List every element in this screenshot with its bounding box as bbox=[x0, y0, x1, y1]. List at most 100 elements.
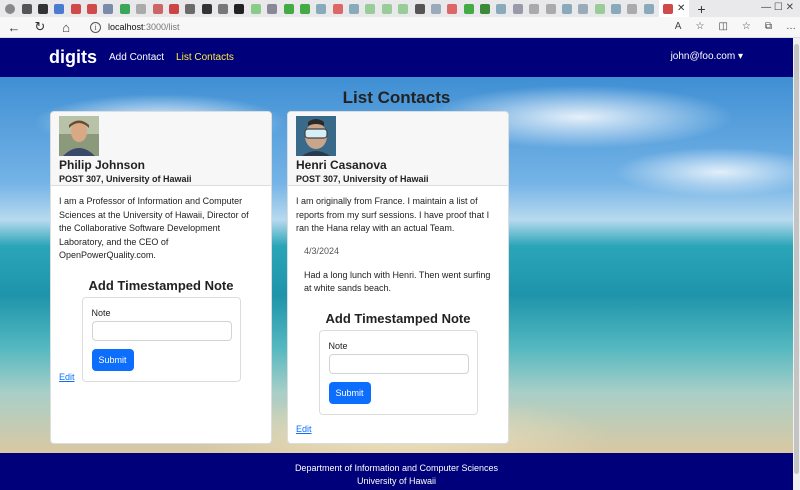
note-form: Note Submit bbox=[318, 329, 478, 415]
tab-favicon[interactable] bbox=[316, 3, 327, 14]
edit-link[interactable]: Edit bbox=[59, 372, 75, 382]
contact-card: Henri Casanova POST 307, University of H… bbox=[287, 111, 509, 444]
note-form: Note Submit bbox=[81, 296, 241, 382]
more-icon[interactable]: … bbox=[786, 21, 796, 32]
scrollbar-thumb[interactable] bbox=[794, 44, 799, 474]
note-form-heading: Add Timestamped Note bbox=[325, 310, 471, 326]
back-icon[interactable]: ← bbox=[4, 20, 24, 35]
tab-favicon[interactable] bbox=[349, 3, 360, 14]
nav-add-contact[interactable]: Add Contact bbox=[109, 52, 164, 63]
tab-favicon[interactable] bbox=[496, 3, 507, 14]
page-scrollbar[interactable] bbox=[793, 38, 800, 490]
footer: Department of Information and Computer S… bbox=[0, 453, 793, 490]
edit-link[interactable]: Edit bbox=[296, 424, 312, 434]
note-date: 4/3/2024 bbox=[304, 245, 340, 256]
contact-card-header: Philip Johnson POST 307, University of H… bbox=[51, 112, 271, 186]
tab-favicon[interactable] bbox=[218, 3, 229, 14]
tab-favicon[interactable] bbox=[611, 3, 622, 14]
tab-favicon[interactable] bbox=[201, 3, 212, 14]
tab-favicon[interactable] bbox=[594, 3, 605, 14]
tab-favicon[interactable] bbox=[250, 3, 261, 14]
contact-card-body: I am originally from France. I maintain … bbox=[288, 186, 508, 424]
refresh-icon[interactable]: ↻ bbox=[30, 19, 50, 35]
page-title: List Contacts bbox=[342, 88, 451, 107]
tab-favicon[interactable] bbox=[168, 3, 179, 14]
submit-button[interactable]: Submit bbox=[328, 381, 371, 404]
footer-line: University of Hawaii bbox=[356, 476, 437, 486]
avatar bbox=[59, 116, 99, 156]
note-label: Note bbox=[91, 307, 111, 318]
tab-favicon[interactable] bbox=[103, 3, 114, 14]
tab-favicon[interactable] bbox=[381, 3, 392, 14]
list-item: 4/3/2024 Had a long lunch with Henri. Th… bbox=[304, 246, 492, 296]
tab-favicon[interactable] bbox=[430, 3, 441, 14]
contact-description: I am originally from France. I maintain … bbox=[296, 196, 490, 233]
brand-logo[interactable]: digits bbox=[49, 47, 97, 68]
tab-favicon[interactable] bbox=[332, 3, 343, 14]
tab-favicon[interactable] bbox=[561, 3, 572, 14]
submit-button[interactable]: Submit bbox=[91, 348, 134, 371]
contact-card-body: I am a Professor of Information and Comp… bbox=[51, 186, 271, 391]
footer-line: Department of Information and Computer S… bbox=[294, 463, 499, 473]
read-aloud-icon[interactable]: A bbox=[675, 21, 682, 32]
note-form-heading: Add Timestamped Note bbox=[88, 277, 234, 293]
note-input[interactable] bbox=[328, 353, 469, 374]
contact-description: I am a Professor of Information and Comp… bbox=[59, 196, 249, 260]
contact-card-header: Henri Casanova POST 307, University of H… bbox=[288, 112, 508, 186]
tab-favicon[interactable] bbox=[365, 3, 376, 14]
tab-favicon[interactable] bbox=[643, 3, 654, 14]
tab-favicon[interactable] bbox=[267, 3, 278, 14]
tab-favicon[interactable] bbox=[283, 3, 294, 14]
favorites-icon[interactable]: ☆ bbox=[742, 21, 751, 32]
tab-favicon[interactable] bbox=[447, 3, 458, 14]
tab-favicon[interactable] bbox=[136, 3, 147, 14]
browser-toolbar-icons: A ☆ ◫ ☆ ⧉ … bbox=[675, 21, 796, 32]
tab-close-icon[interactable]: ✕ bbox=[677, 3, 685, 14]
active-tab-favicon bbox=[663, 3, 673, 14]
contact-name: Philip Johnson bbox=[59, 158, 145, 172]
favorite-icon[interactable]: ☆ bbox=[695, 21, 704, 32]
tab-favicon[interactable] bbox=[480, 3, 491, 14]
tab-favicon[interactable] bbox=[627, 3, 638, 14]
tab-favicon[interactable] bbox=[578, 3, 589, 14]
tab-favicon[interactable] bbox=[70, 3, 81, 14]
tab-favicon[interactable] bbox=[545, 3, 556, 14]
tab-favicon[interactable] bbox=[414, 3, 425, 14]
window-controls[interactable]: — ☐ ✕ bbox=[761, 2, 794, 13]
tab-favicon[interactable] bbox=[152, 3, 163, 14]
note-label: Note bbox=[328, 340, 348, 351]
avatar bbox=[296, 116, 336, 156]
tab-favicon[interactable] bbox=[463, 3, 474, 14]
collections-icon[interactable]: ⧉ bbox=[765, 21, 772, 32]
split-screen-icon[interactable]: ◫ bbox=[718, 21, 727, 32]
home-icon[interactable]: ⌂ bbox=[56, 20, 76, 35]
tab-favicon[interactable] bbox=[299, 3, 310, 14]
tab-favicon[interactable] bbox=[87, 3, 98, 14]
address-bar[interactable]: i localhost:3000/list bbox=[90, 21, 180, 33]
browser-tab-strip: ✕ + — ☐ ✕ bbox=[0, 0, 800, 17]
tab-favicon[interactable] bbox=[185, 3, 196, 14]
contact-card: Philip Johnson POST 307, University of H… bbox=[50, 111, 272, 444]
url-text[interactable]: localhost:3000/list bbox=[108, 22, 180, 32]
profile-icon[interactable] bbox=[5, 3, 16, 14]
tab-favicon[interactable] bbox=[529, 3, 540, 14]
tab-favicon[interactable] bbox=[398, 3, 409, 14]
active-tab[interactable]: ✕ bbox=[659, 0, 690, 17]
new-tab-button[interactable]: + bbox=[697, 2, 705, 16]
tab-favicon[interactable] bbox=[119, 3, 130, 14]
contact-address: POST 307, University of Hawaii bbox=[296, 174, 429, 184]
page-viewport: digits Add Contact List Contacts john@fo… bbox=[0, 38, 793, 490]
tab-favicon[interactable] bbox=[234, 3, 245, 14]
note-text: Had a long lunch with Henri. Then went s… bbox=[304, 269, 491, 294]
workspaces-icon[interactable] bbox=[21, 3, 32, 14]
site-info-icon[interactable]: i bbox=[90, 21, 101, 33]
note-input[interactable] bbox=[91, 320, 232, 341]
tab-actions-icon[interactable] bbox=[37, 3, 48, 14]
contact-name: Henri Casanova bbox=[296, 158, 387, 172]
contact-address: POST 307, University of Hawaii bbox=[59, 174, 192, 184]
app-navbar: digits Add Contact List Contacts john@fo… bbox=[0, 38, 793, 77]
nav-list-contacts[interactable]: List Contacts bbox=[176, 52, 234, 63]
tab-favicon[interactable] bbox=[54, 3, 65, 14]
user-dropdown[interactable]: john@foo.com ▾ bbox=[671, 51, 743, 62]
tab-favicon[interactable] bbox=[512, 3, 523, 14]
